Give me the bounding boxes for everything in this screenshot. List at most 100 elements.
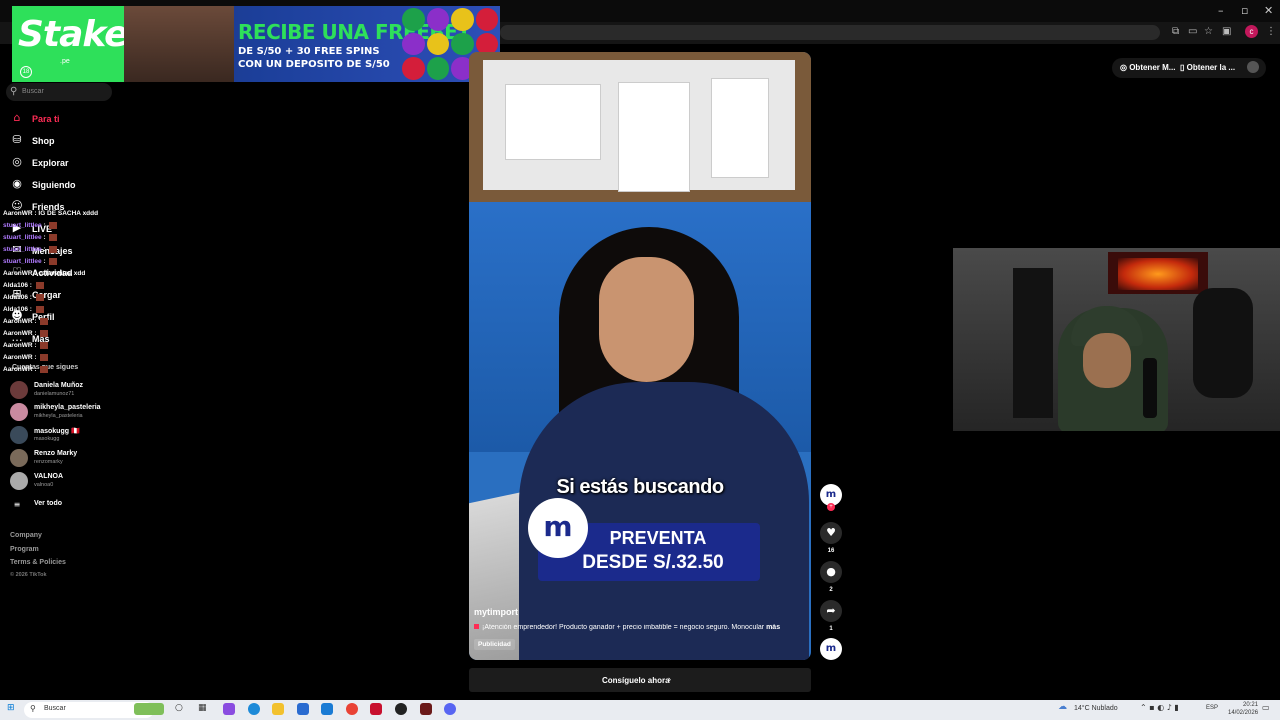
- share-count: 1: [829, 626, 833, 632]
- translate-icon[interactable]: ⧉: [1172, 26, 1179, 37]
- chat-username: AaronWR: [3, 354, 33, 362]
- video-author[interactable]: mytimport: [474, 607, 518, 617]
- chat-username: Alda106: [3, 306, 28, 314]
- nav-shop[interactable]: Shop: [32, 136, 55, 146]
- minimize-button[interactable]: –: [1218, 4, 1224, 17]
- like-heart-icon[interactable]: ♥: [820, 522, 842, 544]
- following-name: mikheyla_pasteleria: [34, 404, 101, 411]
- discord-icon[interactable]: [444, 703, 456, 715]
- app-icon[interactable]: [420, 703, 432, 715]
- following-handle: mikheyla_pasteleria: [34, 413, 83, 419]
- see-all-link[interactable]: Ver todo: [34, 500, 62, 507]
- language-indicator[interactable]: ESP: [1206, 705, 1218, 711]
- weather-cloud-icon: ☁: [1058, 702, 1067, 712]
- chat-message: stuart_littlee :: [3, 222, 58, 229]
- chat-text: :: [41, 258, 48, 266]
- copilot-icon[interactable]: [223, 703, 235, 715]
- avatar: [10, 426, 28, 444]
- chat-text: :: [32, 366, 39, 374]
- footer-program[interactable]: Program: [10, 546, 39, 553]
- file-explorer-icon[interactable]: [272, 703, 284, 715]
- avatar: [10, 472, 28, 490]
- nav-siguiendo[interactable]: Siguiendo: [32, 180, 76, 190]
- following-icon: ◉: [12, 177, 22, 190]
- chat-message: Alda106 :: [3, 306, 44, 313]
- stake-ad-banner[interactable]: Stake .pe 18 RECIBE UNA FREEBET DE S/50 …: [12, 6, 500, 82]
- chat-text: :: [32, 318, 39, 326]
- get-app-button[interactable]: ▯ Obtener la ...: [1180, 63, 1235, 72]
- chat-username: AaronWR: [3, 330, 33, 338]
- weather-text[interactable]: 14°C Nublado: [1074, 705, 1118, 712]
- get-coins-button[interactable]: ◎ Obtener M...: [1120, 63, 1175, 72]
- video-player[interactable]: Si estás buscando PREVENTA DESDE S/.32.5…: [469, 52, 811, 660]
- cast-icon[interactable]: ▭: [1188, 26, 1197, 37]
- menu-kebab-icon[interactable]: ⋮: [1266, 26, 1276, 37]
- store-icon[interactable]: [297, 703, 309, 715]
- brand-logo-letter: m: [543, 510, 573, 543]
- chat-text: : calaveritaa xdd: [32, 270, 86, 277]
- emote-icon: [49, 222, 58, 229]
- chat-text: :: [41, 246, 48, 254]
- copyright: © 2026 TikTok: [10, 572, 47, 578]
- clock[interactable]: 20:21 14/02/2026: [1228, 701, 1258, 717]
- maximize-button[interactable]: ▫: [1241, 4, 1248, 17]
- chat-username: AaronWR: [3, 366, 33, 374]
- stake-brand-suffix: .pe: [60, 58, 70, 65]
- more-link[interactable]: más: [766, 624, 780, 631]
- following-name: masokugg 🇵🇪: [34, 428, 80, 435]
- address-bar[interactable]: [500, 25, 1160, 40]
- widgets-icon[interactable]: [134, 703, 164, 715]
- ad-line-3: CON UN DEPOSITO DE S/50: [238, 59, 390, 70]
- cortana-icon[interactable]: ○: [175, 703, 183, 713]
- share-icon[interactable]: ➦: [820, 600, 842, 622]
- cta-label: Consíguelo ahora: [602, 676, 670, 685]
- chat-message: AaronWR : calaveritaa xdd: [3, 270, 85, 277]
- emote-icon: [40, 318, 49, 325]
- chat-username: stuart_littlee: [3, 258, 42, 266]
- search-placeholder: Buscar: [22, 88, 44, 95]
- user-avatar[interactable]: [1247, 61, 1259, 73]
- profile-avatar[interactable]: c: [1245, 25, 1258, 38]
- chrome-icon[interactable]: [346, 703, 358, 715]
- windows-start-icon[interactable]: ⊞: [7, 703, 15, 713]
- chat-username: stuart_littlee: [3, 234, 42, 242]
- chat-username: stuart_littlee: [3, 246, 42, 254]
- close-window-button[interactable]: ✕: [1264, 4, 1273, 17]
- emote-icon: [49, 258, 58, 265]
- bookmark-star-icon[interactable]: ☆: [1204, 26, 1213, 37]
- comment-icon[interactable]: ●: [820, 561, 842, 583]
- app-icon[interactable]: [321, 703, 333, 715]
- avatar: [10, 381, 28, 399]
- extensions-icon[interactable]: ▣: [1222, 26, 1231, 37]
- obs-icon[interactable]: [395, 703, 407, 715]
- footer-company[interactable]: Company: [10, 532, 42, 539]
- streamer-webcam: [953, 248, 1280, 431]
- home-icon: ⌂: [13, 111, 21, 124]
- chat-message: Alda106 :: [3, 294, 44, 301]
- chat-message: AaronWR :: [3, 354, 49, 362]
- chat-message: stuart_littlee :: [3, 258, 58, 266]
- following-name: Renzo Marky: [34, 450, 78, 457]
- edge-icon[interactable]: [248, 703, 260, 715]
- following-handle: valnoa0: [34, 482, 54, 488]
- task-view-icon[interactable]: ▦: [198, 703, 207, 713]
- video-description: ¡Atención emprendedor! Producto ganador …: [474, 624, 804, 631]
- sponsored-badge: Publicidad: [474, 639, 515, 650]
- stake-brand: Stake: [18, 14, 129, 55]
- emote-icon: [35, 294, 44, 301]
- follow-plus-icon[interactable]: +: [827, 503, 835, 511]
- emote-icon: [49, 246, 58, 253]
- notifications-icon[interactable]: ▭: [1262, 703, 1270, 712]
- chat-username: Alda106: [3, 294, 28, 302]
- avatar: [10, 403, 28, 421]
- chat-username: AaronWR: [3, 270, 33, 277]
- sound-disc-icon[interactable]: m: [820, 638, 842, 660]
- emote-icon: [40, 330, 49, 337]
- chat-username: AaronWR: [3, 210, 33, 217]
- nav-explorar[interactable]: Explorar: [32, 158, 69, 168]
- stake-logo: Stake .pe 18: [12, 6, 129, 82]
- nav-para-ti[interactable]: Para ti: [32, 114, 60, 124]
- app-icon[interactable]: [370, 703, 382, 715]
- tray-icons[interactable]: ⌃ ▪ ◐ ♪ ▮: [1140, 703, 1179, 712]
- footer-terms[interactable]: Terms & Policies: [10, 559, 66, 566]
